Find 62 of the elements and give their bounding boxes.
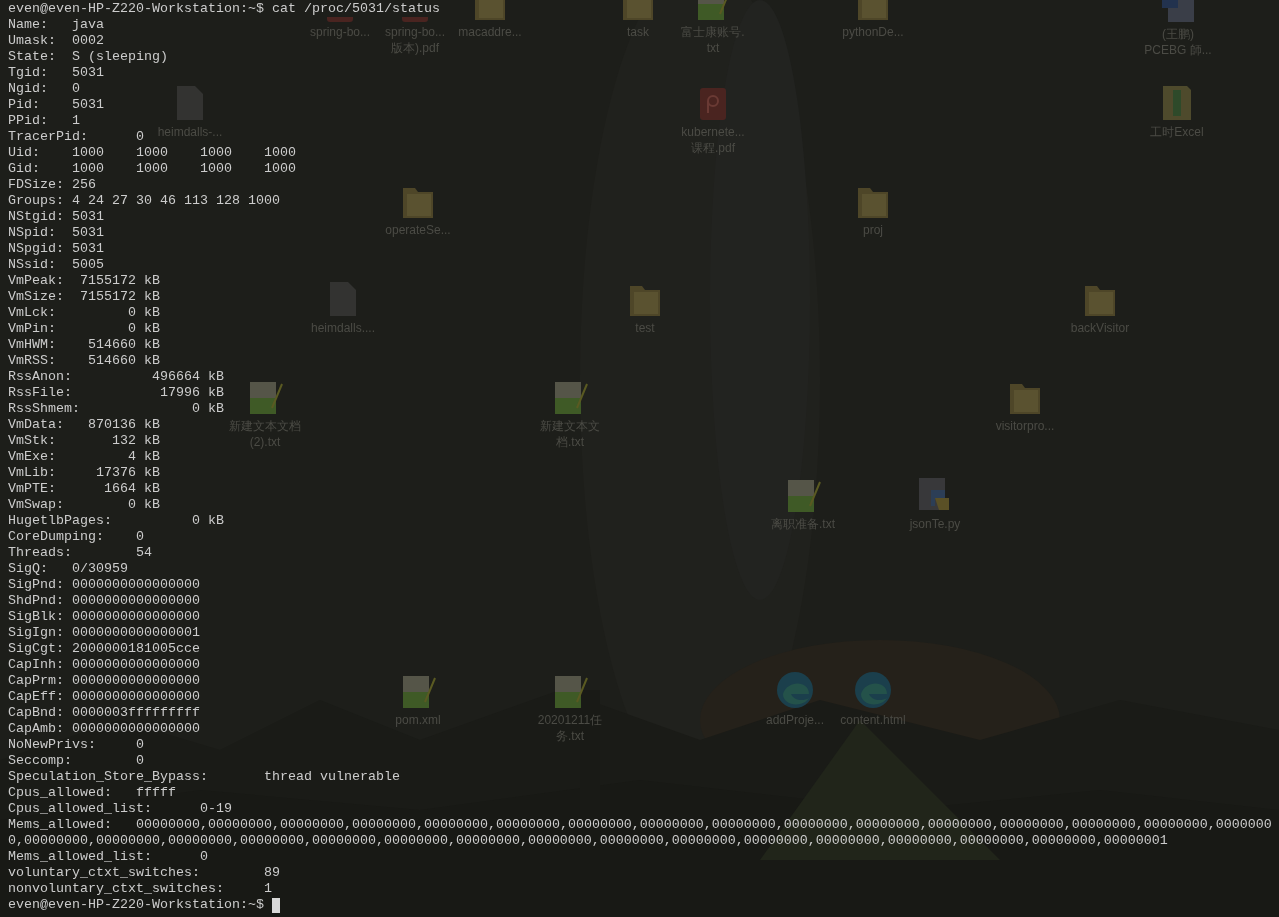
output-line: SigCgt: 2000000181005cce <box>8 641 200 657</box>
output-line: NSsid: 5005 <box>8 257 104 273</box>
output-line: HugetlbPages: 0 kB <box>8 513 224 529</box>
output-line: Pid: 5031 <box>8 97 104 113</box>
output-line: VmExe: 4 kB <box>8 449 160 465</box>
output-line: Uid: 1000 1000 1000 1000 <box>8 145 296 161</box>
output-line: CapBnd: 0000003fffffffff <box>8 705 200 721</box>
output-line: CapEff: 0000000000000000 <box>8 689 200 705</box>
output-line: VmRSS: 514660 kB <box>8 353 160 369</box>
output-line: RssFile: 17996 kB <box>8 385 224 401</box>
output-line: VmStk: 132 kB <box>8 433 160 449</box>
output-line: NSpid: 5031 <box>8 225 104 241</box>
shell-prompt: even@even-HP-Z220-Workstation:~$ <box>8 1 264 17</box>
output-line: ShdPnd: 0000000000000000 <box>8 593 200 609</box>
output-line: Ngid: 0 <box>8 81 80 97</box>
output-line: Mems_allowed: 00000000,00000000,00000000,00000000,00000000,00000000,00000000,00000000,00000000,00000000,00000000,00000000,00000000,00000000,00000000,0000000 <box>8 817 1272 833</box>
output-line: nonvoluntary_ctxt_switches: 1 <box>8 881 272 897</box>
output-line: State: S (sleeping) <box>8 49 168 65</box>
output-line: VmPeak: 7155172 kB <box>8 273 160 289</box>
output-line: VmHWM: 514660 kB <box>8 337 160 353</box>
browser-logo-icon <box>853 670 893 710</box>
output-line: Umask: 0002 <box>8 33 104 49</box>
output-line: voluntary_ctxt_switches: 89 <box>8 865 280 881</box>
output-line: NSpgid: 5031 <box>8 241 104 257</box>
output-line: RssShmem: 0 kB <box>8 401 224 417</box>
output-line: CapPrm: 0000000000000000 <box>8 673 200 689</box>
output-line: VmLib: 17376 kB <box>8 465 160 481</box>
output-line: Threads: 54 <box>8 545 152 561</box>
output-line: RssAnon: 496664 kB <box>8 369 224 385</box>
output-line: SigIgn: 0000000000000001 <box>8 625 200 641</box>
output-line: VmPTE: 1664 kB <box>8 481 160 497</box>
output-line: Tgid: 5031 <box>8 65 104 81</box>
output-line: 0,00000000,00000000,00000000,00000000,00000000,00000000,00000000,00000000,00000000,00000000,00000000,00000000,00000000,00000000,00000000,00000001 <box>8 833 1168 849</box>
output-line: Groups: 4 24 27 30 46 113 128 1000 <box>8 193 280 209</box>
output-line: VmSize: 7155172 kB <box>8 289 160 305</box>
output-line: SigQ: 0/30959 <box>8 561 128 577</box>
output-line: VmSwap: 0 kB <box>8 497 160 513</box>
output-line: TracerPid: 0 <box>8 129 144 145</box>
browser-logo-icon <box>775 670 815 710</box>
output-line: Name: java <box>8 17 104 33</box>
output-line: VmLck: 0 kB <box>8 305 160 321</box>
output-line: SigBlk: 0000000000000000 <box>8 609 200 625</box>
text-cursor <box>271 897 280 913</box>
output-line: Seccomp: 0 <box>8 753 144 769</box>
output-line: VmData: 870136 kB <box>8 417 160 433</box>
output-line: NStgid: 5031 <box>8 209 104 225</box>
output-line: FDSize: 256 <box>8 177 96 193</box>
output-line: CoreDumping: 0 <box>8 529 144 545</box>
output-line: PPid: 1 <box>8 113 80 129</box>
output-line: SigPnd: 0000000000000000 <box>8 577 200 593</box>
output-line: Gid: 1000 1000 1000 1000 <box>8 161 296 177</box>
output-line: Speculation_Store_Bypass: thread vulnerable <box>8 769 400 785</box>
output-line: CapInh: 0000000000000000 <box>8 657 200 673</box>
output-line: NoNewPrivs: 0 <box>8 737 144 753</box>
output-line: Cpus_allowed: fffff <box>8 785 176 801</box>
document-icon <box>1160 0 1196 24</box>
output-line: CapAmb: 0000000000000000 <box>8 721 200 737</box>
command-text: cat /proc/5031/status <box>271 1 440 17</box>
output-line: VmPin: 0 kB <box>8 321 160 337</box>
output-line: Mems_allowed_list: 0 <box>8 849 208 865</box>
output-line: Cpus_allowed_list: 0-19 <box>8 801 232 817</box>
shell-prompt: even@even-HP-Z220-Workstation:~$ <box>8 897 264 913</box>
